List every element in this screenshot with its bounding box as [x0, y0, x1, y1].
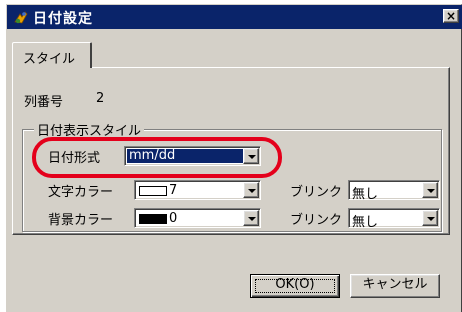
background-blink-select[interactable]: 無し: [348, 208, 440, 230]
text-color-swatch: [139, 186, 167, 196]
text-color-select[interactable]: 7: [134, 180, 261, 200]
text-blink-label: ブリンク: [290, 185, 343, 200]
background-color-value: 0: [169, 211, 178, 226]
chevron-down-icon[interactable]: [422, 210, 438, 226]
background-blink-label: ブリンク: [290, 213, 343, 228]
text-blink-value: 無し: [352, 187, 379, 202]
background-color-select[interactable]: 0: [134, 208, 261, 228]
close-icon: ×: [445, 9, 457, 23]
row-number-label: 列番号: [24, 95, 64, 110]
ok-button-label: OK(O): [275, 277, 315, 292]
background-color-swatch: [139, 214, 167, 224]
date-format-value: mm/dd: [127, 149, 245, 163]
row-number-value: 2: [96, 91, 105, 106]
chevron-down-icon[interactable]: [243, 182, 259, 198]
group-title: 日付表示スタイル: [34, 120, 145, 139]
background-blink-value: 無し: [352, 215, 379, 230]
text-color-value: 7: [169, 183, 178, 198]
background-color-label: 背景カラー: [48, 213, 114, 228]
date-format-select[interactable]: mm/dd: [124, 146, 261, 166]
ok-button[interactable]: OK(O): [250, 274, 340, 298]
chevron-down-icon[interactable]: [243, 148, 259, 164]
text-blink-select[interactable]: 無し: [348, 180, 440, 202]
tab-style-label: スタイル: [23, 52, 76, 67]
window-title: 日付設定: [33, 11, 93, 27]
cancel-button[interactable]: キャンセル: [350, 274, 440, 298]
text-color-label: 文字カラー: [48, 185, 114, 200]
tab-style[interactable]: スタイル: [12, 42, 92, 68]
date-format-label: 日付形式: [48, 151, 101, 166]
cancel-button-label: キャンセル: [362, 277, 428, 292]
close-button[interactable]: ×: [443, 9, 459, 23]
chevron-down-icon[interactable]: [243, 210, 259, 226]
title-bar[interactable]: 日付設定 ×: [7, 5, 462, 29]
chevron-down-icon[interactable]: [422, 182, 438, 198]
app-icon: [14, 11, 28, 24]
